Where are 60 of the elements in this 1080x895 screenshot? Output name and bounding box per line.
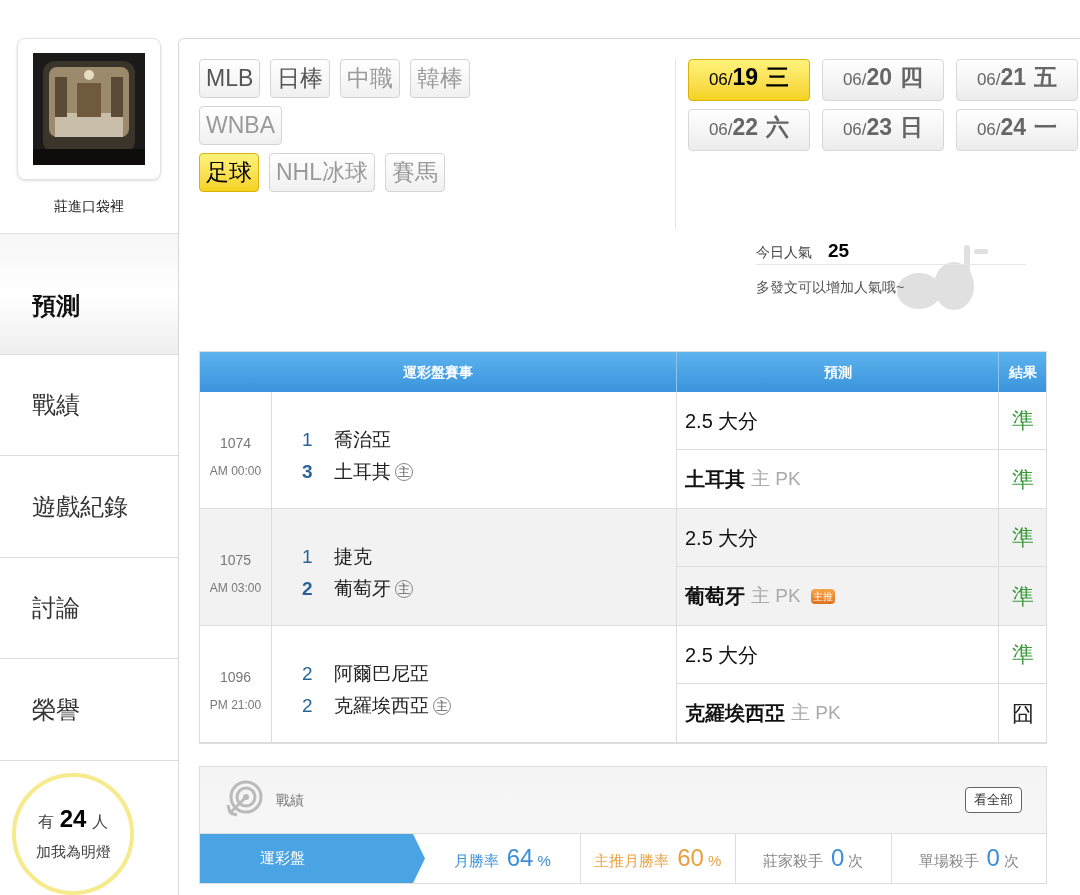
prediction-text: 2.5 大分 (685, 408, 759, 434)
date-tab[interactable]: 06/22 六 (688, 109, 810, 151)
match-number: 1096 (219, 667, 252, 687)
popularity-hint: 多發文可以增加人氣哦~ (756, 278, 906, 297)
follower-unit: 人 (92, 812, 109, 832)
result-text: 準 (1011, 641, 1034, 669)
league-tab[interactable]: MLB (199, 59, 261, 98)
nav-tab[interactable]: 遊戲紀錄 (0, 456, 178, 558)
nav-tab[interactable]: 討論 (0, 557, 178, 660)
prediction-text: 克羅埃西亞 (685, 701, 785, 726)
view-all-button[interactable]: 看全部 (965, 787, 1022, 813)
popularity-label: 今日人氣 (756, 243, 812, 262)
team-name: 喬治亞 (334, 427, 391, 452)
match-number: 1075 (219, 550, 252, 570)
nav-tab[interactable]: 預測 (0, 234, 178, 355)
match-time: PM 21:00 (209, 696, 262, 714)
team-score: 3 (302, 460, 314, 484)
prediction-detail: 主 PK (791, 700, 841, 725)
nav-tab[interactable]: 榮譽 (0, 659, 178, 761)
avatar-frame[interactable] (17, 38, 161, 180)
team-name: 捷克 (334, 544, 372, 569)
featured-badge: 主推 (810, 588, 835, 604)
team-name: 葡萄牙 (334, 577, 391, 601)
match-number: 1074 (219, 433, 252, 453)
prediction-detail: 主 PK (751, 583, 801, 608)
prediction-text: 2.5 大分 (685, 642, 759, 668)
column-header: 結果 (1007, 362, 1038, 382)
team-score: 2 (302, 694, 314, 718)
team-name: 阿爾巴尼亞 (334, 661, 429, 686)
result-text: 準 (1011, 582, 1034, 611)
result-text: 準 (1011, 465, 1034, 494)
date-tab[interactable]: 06/23 日 (822, 109, 944, 151)
prediction-detail: 主 PK (751, 466, 801, 491)
league-tab[interactable]: 足球 (199, 153, 259, 192)
record-title: 戰績 (276, 790, 304, 810)
league-tab[interactable]: 日棒 (270, 59, 331, 98)
prediction-text: 土耳其 (685, 467, 745, 492)
result-text: 準 (1011, 524, 1034, 552)
team-score: 1 (302, 544, 314, 569)
team-name: 克羅埃西亞 (334, 694, 429, 718)
date-tab[interactable]: 06/24 一 (956, 109, 1078, 151)
prediction-text: 2.5 大分 (685, 525, 759, 551)
user-name: 莊進口袋裡 (54, 197, 124, 216)
match-time: AM 03:00 (209, 579, 262, 597)
nav-tab[interactable]: 戰績 (0, 354, 178, 457)
follower-prefix: 有 (37, 812, 54, 832)
follower-caption: 加我為明燈 (35, 842, 111, 862)
date-tab[interactable]: 06/20 四 (822, 59, 944, 101)
team-score: 2 (302, 577, 314, 601)
match-time: AM 00:00 (209, 462, 262, 480)
result-text: 準 (1011, 407, 1034, 435)
popularity-value: 25 (828, 239, 850, 263)
result-text: 囧 (1011, 699, 1034, 728)
team-score: 1 (302, 427, 314, 452)
prediction-text: 葡萄牙 (685, 584, 745, 609)
team-name: 土耳其 (334, 460, 391, 484)
date-tab[interactable]: 06/21 五 (956, 59, 1078, 101)
date-tab[interactable]: 06/19 三 (688, 59, 810, 101)
follower-count: 24 (59, 804, 87, 834)
team-score: 2 (302, 661, 314, 686)
